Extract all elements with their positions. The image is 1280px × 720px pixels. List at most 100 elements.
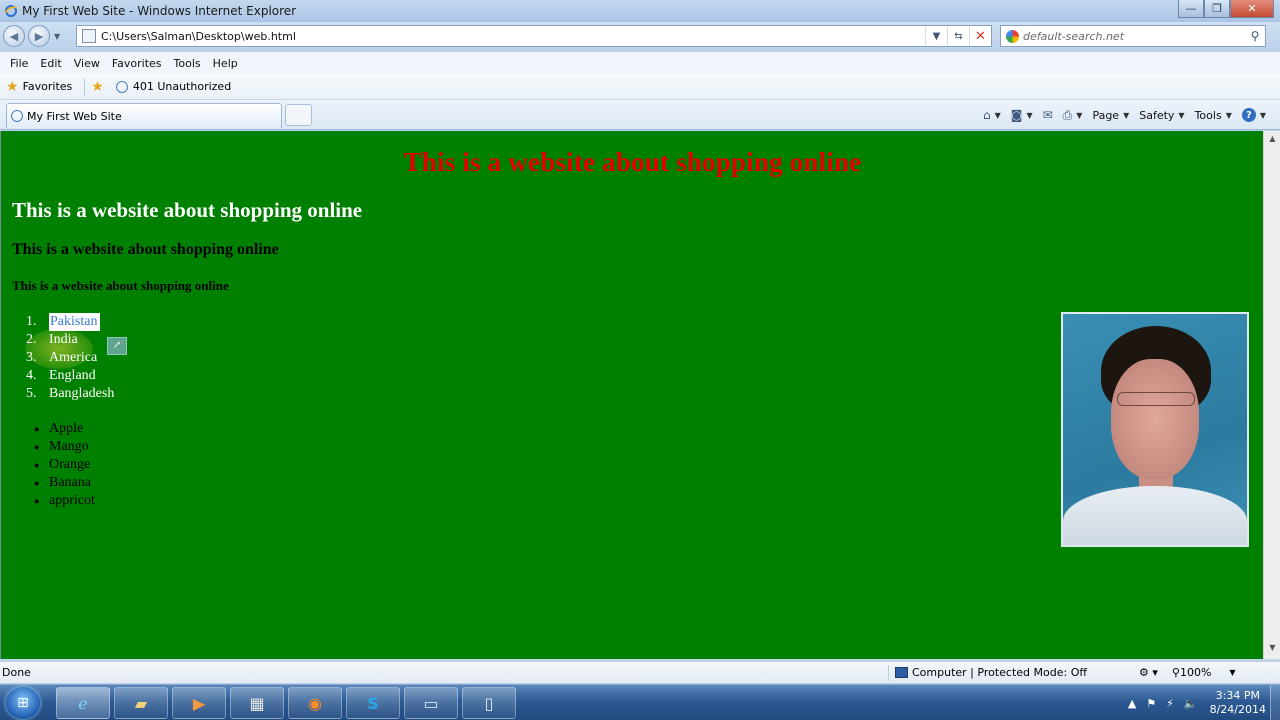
favorites-button[interactable]: ★ Favorites	[0, 79, 78, 95]
list-item-text[interactable]: England	[49, 367, 96, 385]
star-icon: ★	[6, 78, 19, 95]
minimize-button[interactable]: —	[1178, 0, 1204, 18]
list-item-text[interactable]: Orange	[49, 456, 90, 474]
search-box[interactable]: default-search.net ⚲	[1000, 25, 1266, 47]
scroll-down-icon[interactable]: ▼	[1264, 643, 1280, 657]
taskbar-skype[interactable]: S	[346, 687, 400, 719]
command-bar: ⌂ ▼ ◙ ▼ ✉ ⎙ ▼ Page ▼ Safety ▼ Tools ▼ ? ▼	[973, 104, 1266, 126]
taskbar-file-explorer[interactable]: ▰	[114, 687, 168, 719]
taskbar: ⊞ ℯ ▰ ▶ ▦ ◉ S ▭ ▯ ▲ ⚑ ⚡ 🔈 3:34 PM 8/24/2…	[0, 684, 1280, 720]
tab-my-first-web-site[interactable]: My First Web Site	[6, 103, 282, 128]
ie-page-icon	[115, 80, 128, 93]
home-button[interactable]: ⌂ ▼	[983, 108, 1001, 122]
taskbar-notepad[interactable]: ▯	[462, 687, 516, 719]
list-item-text[interactable]: Bangladesh	[49, 385, 114, 403]
feeds-button[interactable]: ◙ ▼	[1011, 108, 1033, 122]
ie-page-icon	[11, 110, 23, 122]
drag-shortcut-icon: ↗	[107, 337, 127, 355]
list-item-text[interactable]: Banana	[49, 474, 91, 492]
taskbar-firefox[interactable]: ◉	[288, 687, 342, 719]
zoom-level: 100%	[1179, 666, 1212, 679]
list-item-text[interactable]: appricot	[49, 492, 95, 510]
safety-menu-label: Safety	[1139, 108, 1175, 122]
page-viewport: This is a website about shopping online …	[0, 131, 1263, 659]
refresh-icon[interactable]: ⇆	[947, 26, 969, 46]
back-button[interactable]: ◀	[3, 25, 25, 47]
protected-mode-icon[interactable]: ⚙ ▾	[1139, 666, 1158, 679]
page-heading-2: This is a website about shopping online	[12, 198, 363, 222]
tools-menu[interactable]: Tools ▼	[1195, 109, 1232, 122]
bullet-icon: ●	[34, 424, 40, 434]
search-icon[interactable]: ⚲	[1245, 29, 1265, 43]
menu-help[interactable]: Help	[207, 57, 244, 70]
taskbar-window[interactable]: ▭	[404, 687, 458, 719]
show-hidden-icons-icon[interactable]: ▲	[1128, 697, 1136, 710]
notepad-icon: ▯	[484, 693, 494, 713]
search-provider-icon	[1006, 29, 1019, 43]
url-text[interactable]: C:\Users\Salman\Desktop\web.html	[101, 30, 925, 43]
list-item-text[interactable]: Mango	[49, 438, 89, 456]
list-item: 5. Bangladesh	[26, 385, 114, 403]
volume-icon[interactable]: 🔈	[1184, 697, 1198, 710]
list-number: 4.	[26, 368, 37, 383]
help-button[interactable]: ? ▼	[1241, 108, 1266, 122]
zoom-dropdown-icon[interactable]: ▼	[1229, 668, 1235, 677]
address-dropdown-button[interactable]: ▼	[925, 26, 947, 46]
start-button[interactable]: ⊞	[6, 687, 40, 719]
list-item: ● Banana	[34, 474, 95, 492]
taskbar-calculator[interactable]: ▦	[230, 687, 284, 719]
clock-time: 3:34 PM	[1215, 689, 1260, 702]
page-icon	[82, 29, 96, 43]
safety-menu[interactable]: Safety ▼	[1139, 109, 1184, 122]
list-number: 3.	[26, 350, 37, 365]
vertical-scrollbar[interactable]: ▲ ▼	[1263, 131, 1280, 659]
print-button[interactable]: ⎙ ▼	[1063, 108, 1083, 123]
read-mail-button[interactable]: ✉	[1043, 108, 1053, 122]
mail-icon: ✉	[1042, 108, 1053, 122]
firefox-icon: ◉	[308, 693, 322, 713]
list-item-text[interactable]: India	[49, 331, 78, 349]
window-icon: ▭	[423, 693, 439, 713]
status-text: Done	[2, 666, 31, 679]
power-icon[interactable]: ⚡	[1166, 697, 1174, 710]
taskbar-media-player[interactable]: ▶	[172, 687, 226, 719]
internet-explorer-icon: ℯ	[78, 693, 88, 713]
list-item-text[interactable]: Apple	[49, 420, 83, 438]
menu-favorites[interactable]: Favorites	[106, 57, 168, 70]
divider	[888, 664, 889, 681]
bullet-icon: ●	[34, 478, 40, 488]
recent-pages-dropdown[interactable]: ▼	[54, 32, 60, 41]
search-placeholder[interactable]: default-search.net	[1023, 30, 1245, 43]
tab-label: My First Web Site	[27, 109, 122, 123]
new-tab-button[interactable]	[285, 104, 312, 126]
security-zone[interactable]: Computer | Protected Mode: Off	[895, 666, 1139, 679]
stop-icon[interactable]: ✕	[969, 26, 991, 46]
list-item: 2. India	[26, 331, 114, 349]
back-arrow-icon: ◀	[9, 29, 19, 43]
menu-view[interactable]: View	[68, 57, 106, 70]
add-to-favorites-icon[interactable]: ★	[91, 79, 104, 95]
clock[interactable]: 3:34 PM 8/24/2014	[1210, 689, 1266, 717]
taskbar-internet-explorer[interactable]: ℯ	[56, 687, 110, 719]
unordered-list: ● Apple ● Mango ● Orange ● Banana ● appricot	[34, 420, 95, 510]
list-item-text[interactable]: Pakistan	[49, 313, 101, 331]
folder-icon: ▰	[134, 693, 148, 713]
list-number: 1.	[26, 314, 37, 329]
menu-file[interactable]: File	[4, 57, 34, 70]
favorite-link-401[interactable]: 401 Unauthorized	[110, 80, 237, 93]
close-button[interactable]: ✕	[1230, 0, 1274, 18]
action-center-icon[interactable]: ⚑	[1146, 697, 1156, 710]
menu-edit[interactable]: Edit	[34, 57, 67, 70]
ordered-list: 1. Pakistan 2. India 3. America 4. England 5…	[26, 313, 114, 403]
maximize-button[interactable]: ❐	[1204, 0, 1230, 18]
show-desktop-button[interactable]	[1270, 685, 1280, 720]
navigation-bar: ◀ ▶ ▼ C:\Users\Salman\Desktop\web.html ▼…	[0, 22, 1280, 50]
menu-tools[interactable]: Tools	[168, 57, 207, 70]
zoom-control[interactable]: ⚲ 100% ▼	[1172, 666, 1236, 679]
scroll-up-icon[interactable]: ▲	[1264, 131, 1280, 145]
address-bar[interactable]: C:\Users\Salman\Desktop\web.html ▼ ⇆ ✕	[76, 25, 992, 47]
list-item-text[interactable]: America	[49, 349, 97, 367]
windows-logo-icon: ⊞	[17, 695, 29, 711]
page-menu[interactable]: Page ▼	[1092, 109, 1129, 122]
forward-button[interactable]: ▶	[28, 25, 50, 47]
